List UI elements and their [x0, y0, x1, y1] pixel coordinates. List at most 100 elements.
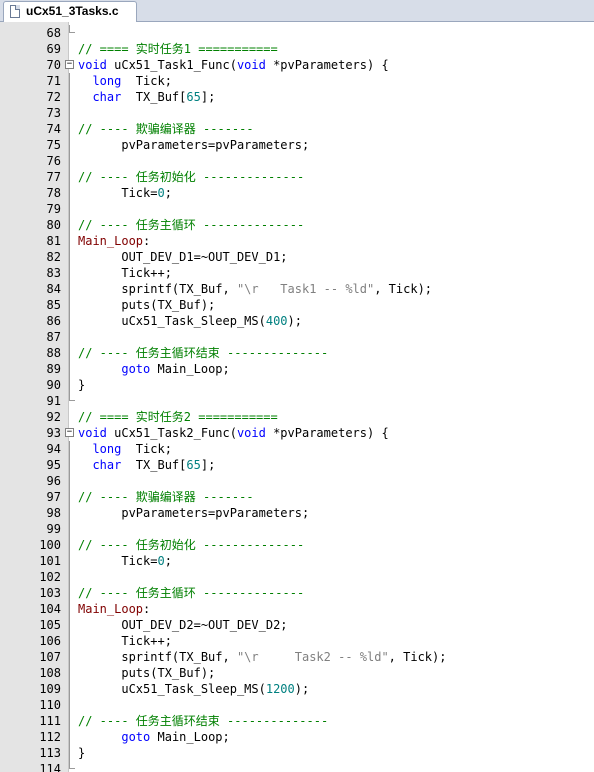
fold-guide: [69, 633, 70, 649]
code-line[interactable]: 108 puts(TX_Buf);: [0, 665, 594, 681]
code-text: char TX_Buf[65];: [92, 90, 216, 104]
code-line[interactable]: 95 char TX_Buf[65];: [0, 457, 594, 473]
code-line[interactable]: 104 Main_Loop:: [0, 601, 594, 617]
code-editor[interactable]: 68 69// ==== 实时任务1 =========== 70− void uCx…: [0, 22, 594, 772]
code-line[interactable]: 79: [0, 201, 594, 217]
code-line[interactable]: 74 // ---- 欺骗编译器 -------: [0, 121, 594, 137]
code-line[interactable]: 75 pvParameters=pvParameters;: [0, 137, 594, 153]
line-number: 101: [39, 554, 61, 568]
line-number: 71: [46, 74, 61, 88]
fold-guide: [69, 137, 70, 153]
code-line[interactable]: 109 uCx51_Task_Sleep_MS(1200);: [0, 681, 594, 697]
line-number: 100: [39, 538, 61, 552]
code-line[interactable]: 106 Tick++;: [0, 633, 594, 649]
line-number: 84: [46, 282, 61, 296]
line-number: 78: [46, 186, 61, 200]
code-line[interactable]: 105 OUT_DEV_D2=~OUT_DEV_D2;: [0, 617, 594, 633]
line-number: 68: [46, 26, 61, 40]
code-line[interactable]: 90}: [0, 377, 594, 393]
code-line[interactable]: 103 // ---- 任务主循环 --------------: [0, 585, 594, 601]
code-line[interactable]: 113}: [0, 745, 594, 761]
line-number: 80: [46, 218, 61, 232]
line-number: 89: [46, 362, 61, 376]
fold-guide: [69, 377, 70, 393]
fold-toggle-icon[interactable]: −: [65, 428, 74, 437]
code-line[interactable]: 68: [0, 25, 594, 41]
code-line[interactable]: 80 // ---- 任务主循环 --------------: [0, 217, 594, 233]
code-line[interactable]: 89 goto Main_Loop;: [0, 361, 594, 377]
code-line[interactable]: 70− void uCx51_Task1_Func(void *pvParamet…: [0, 57, 594, 73]
code-text: puts(TX_Buf);: [78, 666, 216, 680]
fold-guide: [69, 249, 70, 265]
line-number: 110: [39, 698, 61, 712]
code-line[interactable]: 100 // ---- 任务初始化 --------------: [0, 537, 594, 553]
file-tab[interactable]: uCx51_3Tasks.c: [3, 1, 137, 22]
fold-guide: [69, 681, 70, 697]
code-line[interactable]: 94 long Tick;: [0, 441, 594, 457]
fold-guide: [69, 89, 70, 105]
line-number: 88: [46, 346, 61, 360]
fold-guide: [69, 281, 70, 297]
code-line[interactable]: 71 long Tick;: [0, 73, 594, 89]
code-line[interactable]: 110: [0, 697, 594, 713]
code-line[interactable]: 96: [0, 473, 594, 489]
code-line[interactable]: 99: [0, 521, 594, 537]
line-number: 113: [39, 746, 61, 760]
fold-end-marker: [69, 761, 75, 769]
line-number: 91: [46, 394, 61, 408]
code-line[interactable]: 87: [0, 329, 594, 345]
line-number: 69: [46, 42, 61, 56]
code-line[interactable]: 76: [0, 153, 594, 169]
code-line[interactable]: 83 Tick++;: [0, 265, 594, 281]
code-text: }: [78, 378, 86, 392]
code-line[interactable]: 92 // ==== 实时任务2 ===========: [0, 409, 594, 425]
line-number: 70: [46, 58, 61, 72]
code-line[interactable]: 102: [0, 569, 594, 585]
fold-guide: [69, 105, 70, 121]
line-number: 85: [46, 298, 61, 312]
fold-guide: [69, 233, 70, 249]
code-line[interactable]: 91: [0, 393, 594, 409]
code-line[interactable]: 73: [0, 105, 594, 121]
code-line[interactable]: 101 Tick=0;: [0, 553, 594, 569]
code-line[interactable]: 107 sprintf(TX_Buf, "\r Task2 -- %ld", T…: [0, 649, 594, 665]
line-number: 87: [46, 330, 61, 344]
fold-guide: [69, 313, 70, 329]
code-line[interactable]: 98 pvParameters=pvParameters;: [0, 505, 594, 521]
code-text: Tick++;: [78, 634, 172, 648]
code-line[interactable]: 77 // ---- 任务初始化 --------------: [0, 169, 594, 185]
line-number: 95: [46, 458, 61, 472]
line-number: 90: [46, 378, 61, 392]
file-icon: [10, 5, 20, 18]
code-text: goto Main_Loop;: [121, 362, 230, 376]
code-line[interactable]: 78 Tick=0;: [0, 185, 594, 201]
code-text: uCx51_Task_Sleep_MS(400);: [78, 314, 302, 328]
code-text: uCx51_Task_Sleep_MS(1200);: [78, 682, 310, 696]
line-number: 76: [46, 154, 61, 168]
code-text: Tick=0;: [78, 186, 172, 200]
fold-guide: [69, 489, 70, 505]
code-line[interactable]: 111 // ---- 任务主循环结束 --------------: [0, 713, 594, 729]
code-line[interactable]: 84 sprintf(TX_Buf, "\r Task1 -- %ld", Ti…: [0, 281, 594, 297]
code-line[interactable]: 85 puts(TX_Buf);: [0, 297, 594, 313]
fold-toggle-icon[interactable]: −: [65, 60, 74, 69]
code-line[interactable]: 93− void uCx51_Task2_Func(void *pvParamet…: [0, 425, 594, 441]
fold-guide: [69, 169, 70, 185]
line-number: 94: [46, 442, 61, 456]
code-line[interactable]: 72 char TX_Buf[65];: [0, 89, 594, 105]
code-line[interactable]: 81 Main_Loop:: [0, 233, 594, 249]
code-line[interactable]: 69 // ==== 实时任务1 ===========: [0, 41, 594, 57]
line-number: 111: [39, 714, 61, 728]
tab-bar: uCx51_3Tasks.c: [0, 0, 594, 22]
code-line[interactable]: 82 OUT_DEV_D1=~OUT_DEV_D1;: [0, 249, 594, 265]
code-text: // ---- 任务初始化 --------------: [78, 538, 305, 552]
code-line[interactable]: 88 // ---- 任务主循环结束 --------------: [0, 345, 594, 361]
code-line[interactable]: 112 goto Main_Loop;: [0, 729, 594, 745]
code-text: // ---- 任务主循环结束 --------------: [78, 714, 329, 728]
code-line[interactable]: 86 uCx51_Task_Sleep_MS(400);: [0, 313, 594, 329]
line-number: 82: [46, 250, 61, 264]
line-number: 86: [46, 314, 61, 328]
line-number: 92: [46, 410, 61, 424]
code-line[interactable]: 114: [0, 761, 594, 772]
code-line[interactable]: 97 // ---- 欺骗编译器 -------: [0, 489, 594, 505]
